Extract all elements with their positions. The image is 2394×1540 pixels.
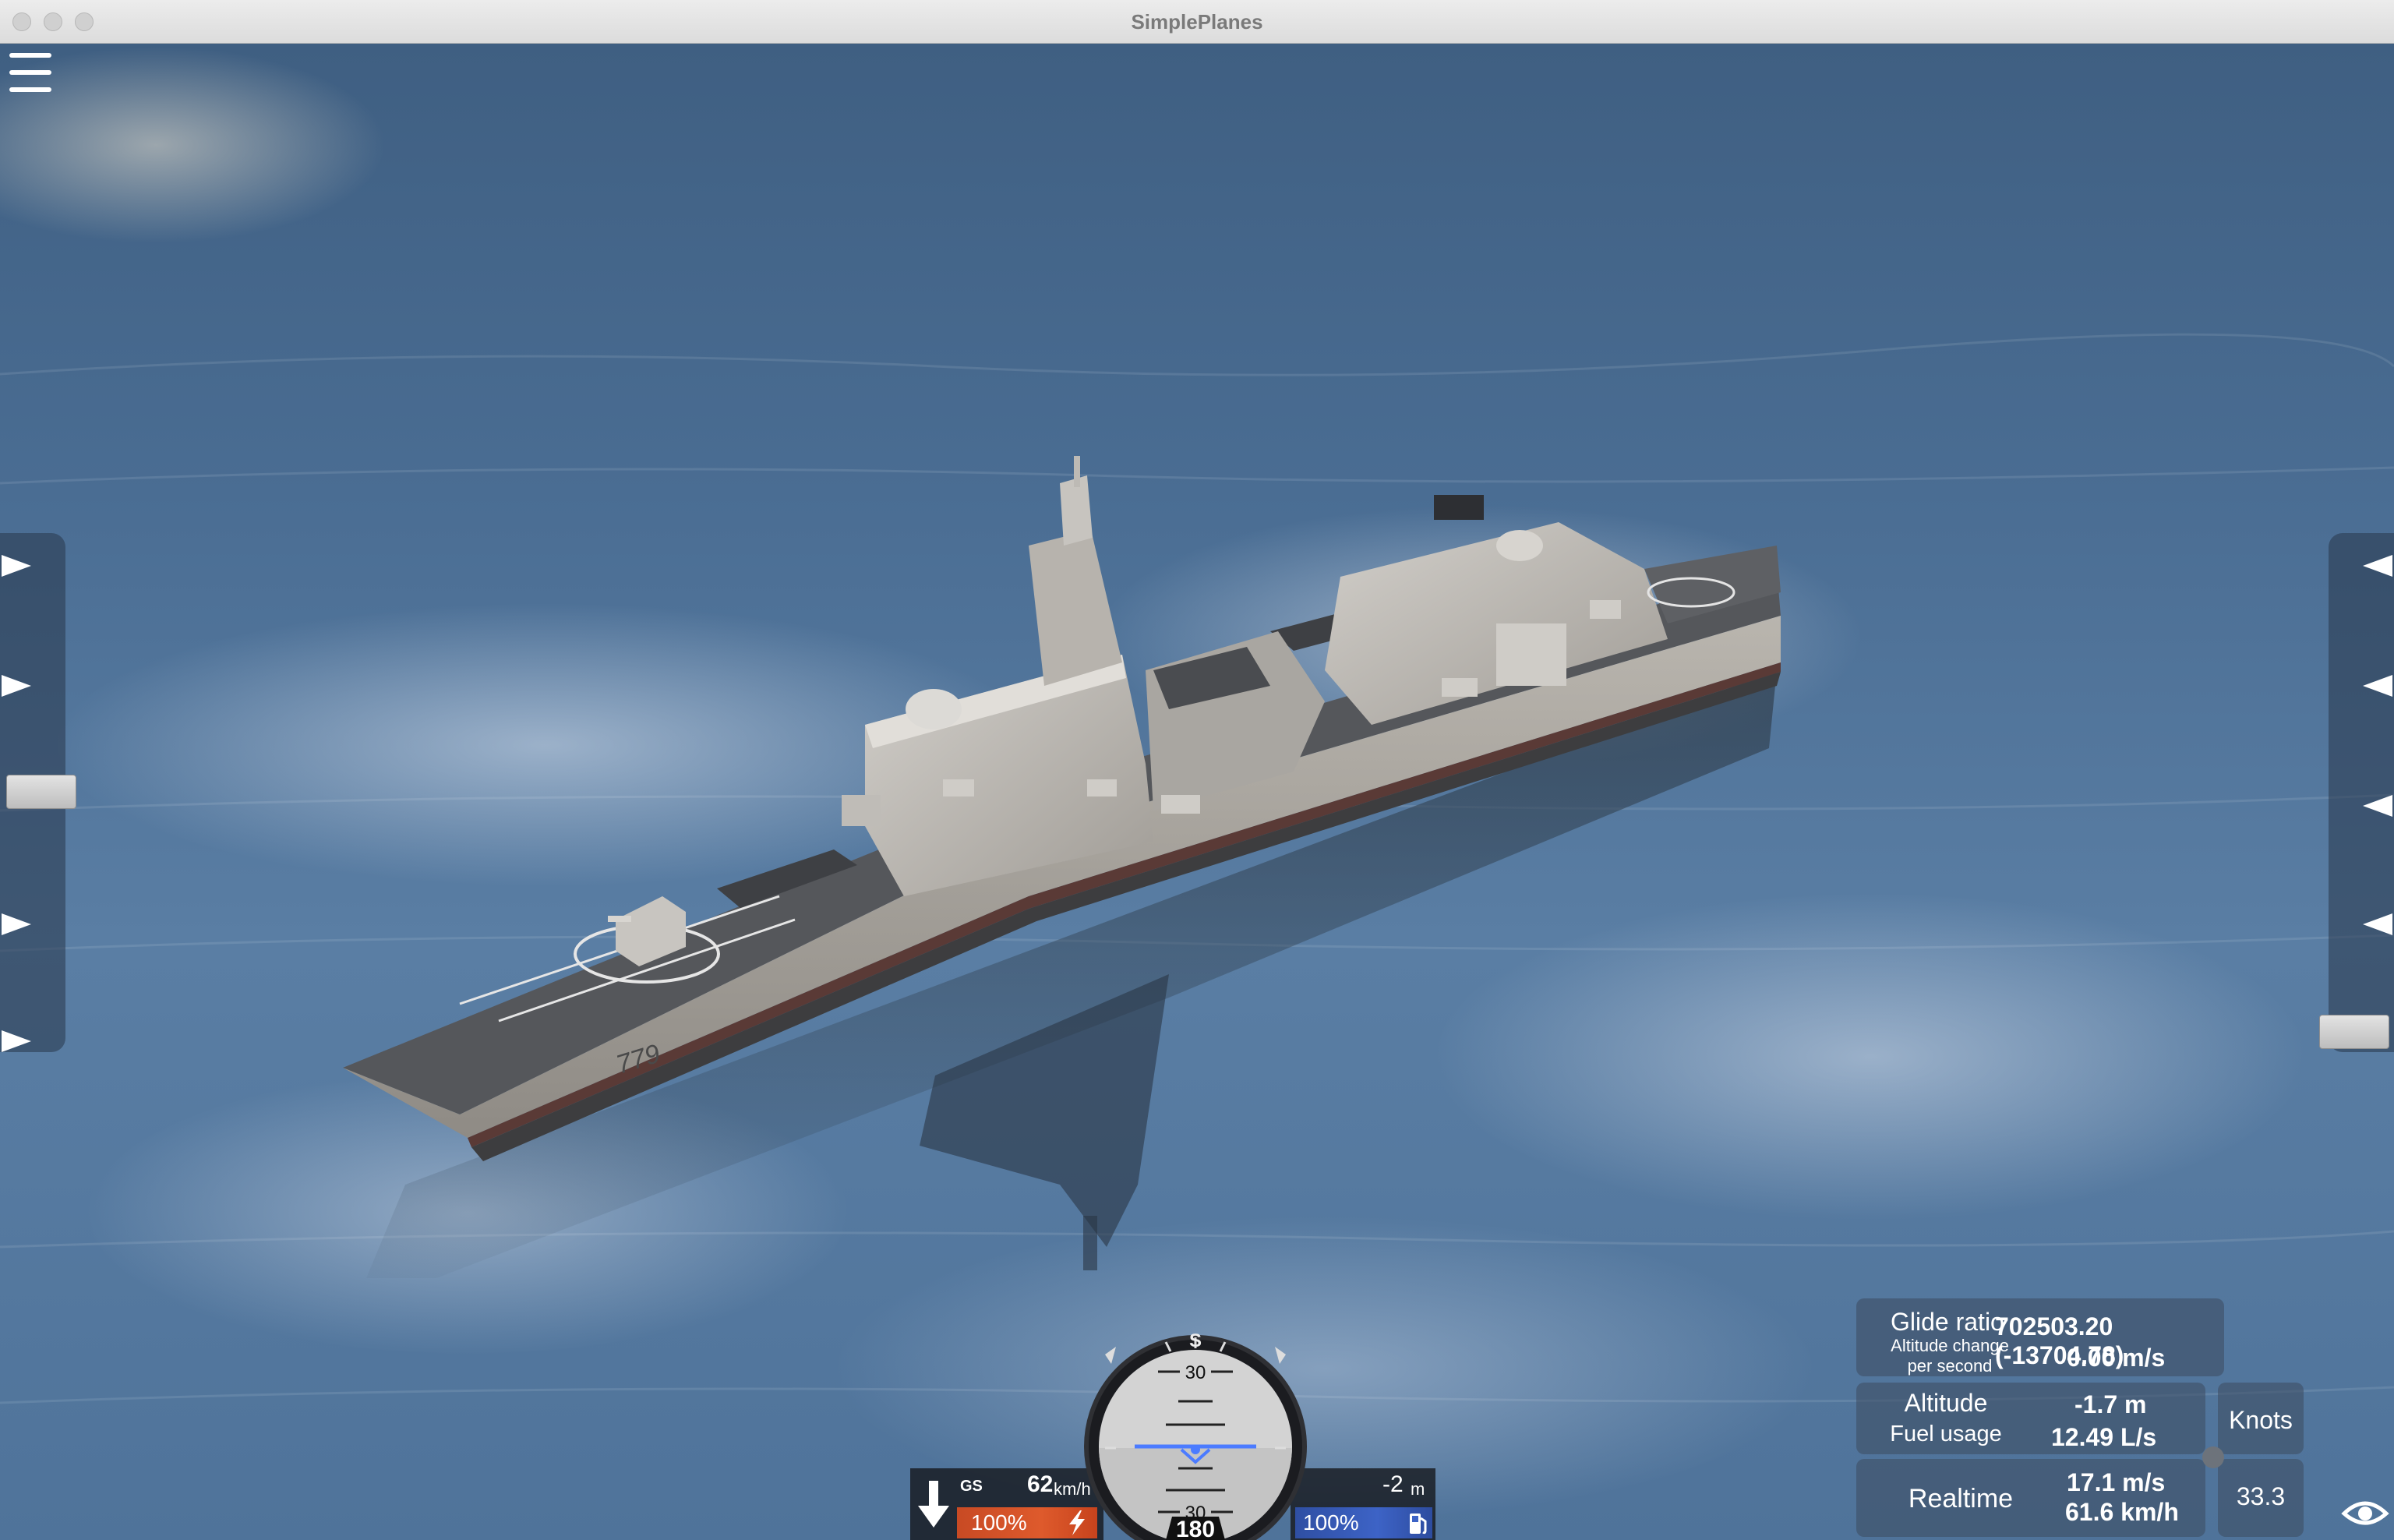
glide-ratio-label: Glide ratio: [1891, 1308, 2004, 1336]
pitch-ladder-top: 30: [1185, 1362, 1206, 1383]
menu-icon: [9, 53, 51, 58]
hud-altitude-unit: m: [1411, 1479, 1425, 1499]
realtime-box: Realtime 17.1 m/s 61.6 km/h: [1856, 1459, 2205, 1537]
fuel-usage-label: Fuel usage: [1890, 1422, 2002, 1446]
realtime-value-kmh: 61.6 km/h: [2065, 1498, 2179, 1526]
left-trim-slider[interactable]: [6, 775, 76, 809]
realtime-label: Realtime: [1908, 1484, 2014, 1514]
eye-icon[interactable]: [2341, 1496, 2389, 1529]
right-throttle-slider[interactable]: [2319, 1015, 2389, 1049]
altitude-value: -1.7 m: [2074, 1390, 2147, 1418]
fuel-pump-icon: [1410, 1514, 1427, 1535]
menu-icon: [9, 70, 51, 75]
throttle-percent: 100%: [971, 1510, 1027, 1535]
window-title: SimplePlanes: [1131, 10, 1263, 34]
hud-altitude-value: -2: [1382, 1471, 1404, 1497]
glide-ratio-box: Glide ratio Altitude change per second 7…: [1856, 1298, 2224, 1376]
left-trim-up-arrow[interactable]: [2, 555, 31, 577]
heading-value: 180: [1176, 1517, 1215, 1540]
left-trim-down-arrow[interactable]: [2, 1030, 31, 1052]
stats-toggle-handle[interactable]: [2202, 1446, 2224, 1468]
heading-letter: S: [1189, 1331, 1202, 1351]
right-trim-arrow-3[interactable]: [2363, 795, 2392, 817]
altitude-change-value: 0.00 m/s: [2067, 1344, 2166, 1372]
down-arrow-icon[interactable]: [915, 1479, 952, 1531]
menu-button[interactable]: [5, 51, 51, 95]
right-control-strip: [2329, 533, 2394, 1052]
ground-speed-value: 62: [1027, 1471, 1054, 1497]
right-trim-up-arrow[interactable]: [2363, 555, 2392, 577]
attitude-indicator: S 30 30 180: [1084, 1331, 1307, 1540]
left-trim-arrow-2[interactable]: [2, 675, 31, 697]
knots-value-box: 33.3: [2218, 1459, 2304, 1537]
right-trim-arrow-4[interactable]: [2363, 913, 2392, 935]
gs-label: GS: [960, 1478, 983, 1495]
window-titlebar: SimplePlanes: [0, 0, 2394, 44]
knots-label: Knots: [2229, 1406, 2293, 1434]
altitude-fuel-box: Altitude Fuel usage -1.7 m 12.49 L/s: [1856, 1383, 2205, 1454]
left-trim-arrow-3[interactable]: [2, 913, 31, 935]
altitude-label: Altitude: [1904, 1389, 1988, 1417]
fuel-percent: 100%: [1303, 1510, 1359, 1535]
knots-value: 33.3: [2236, 1482, 2286, 1510]
knots-box[interactable]: Knots: [2218, 1383, 2304, 1454]
fuel-usage-value: 12.49 L/s: [2051, 1423, 2157, 1451]
realtime-value-ms: 17.1 m/s: [2067, 1468, 2166, 1496]
menu-icon: [9, 87, 51, 92]
right-trim-arrow-2[interactable]: [2363, 675, 2392, 697]
